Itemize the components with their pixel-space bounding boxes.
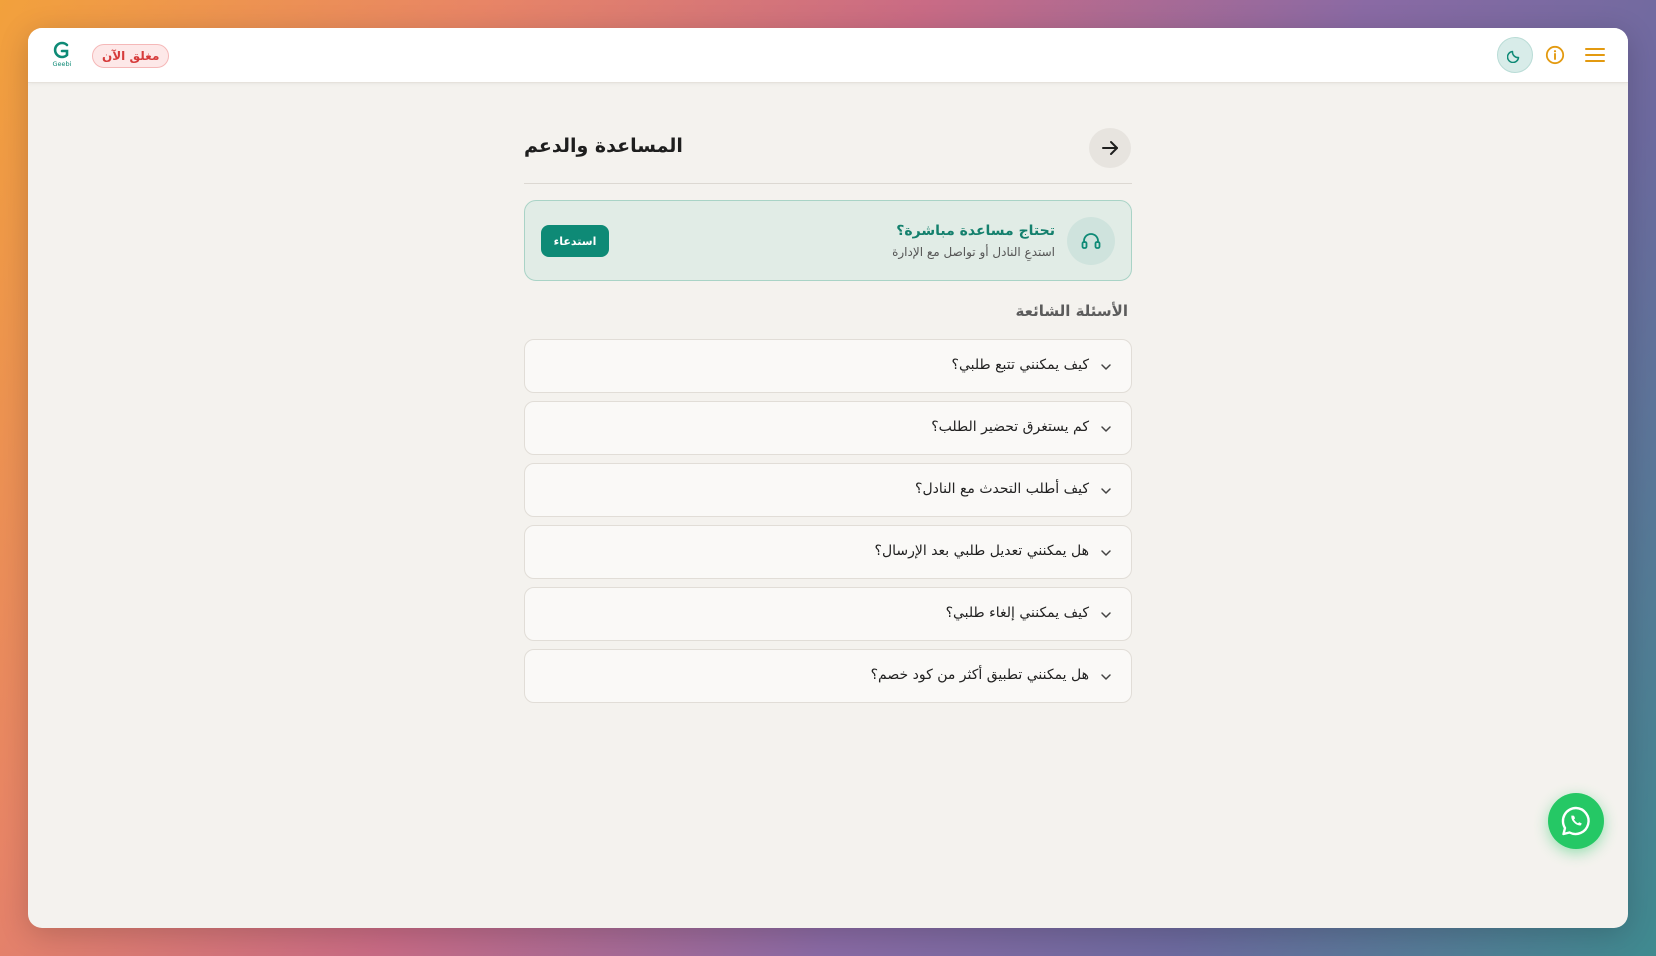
faq-item[interactable]: هل يمكنني تعديل طلبي بعد الإرسال؟ [524, 525, 1132, 579]
headset-icon-wrapper [1067, 217, 1115, 265]
faq-question: كيف أطلب التحدث مع النادل؟ [915, 481, 1089, 497]
faq-question: كيف يمكنني إلغاء طلبي؟ [945, 605, 1089, 621]
app-window: Geebi مغلق الآن المساعدة والدعم تحتاج مس… [28, 28, 1628, 928]
direct-help-card: تحتاج مساعدة مباشرة؟ استدعِ النادل أو تو… [524, 200, 1132, 281]
chevron-down-icon [1101, 674, 1111, 680]
faq-question: كم يستغرق تحضير الطلب؟ [931, 419, 1089, 435]
logo[interactable]: Geebi [50, 40, 74, 70]
whatsapp-icon [1561, 806, 1590, 836]
faq-item[interactable]: هل يمكنني تطبيق أكثر من كود خصم؟ [524, 649, 1132, 703]
faq-question: كيف يمكنني تتبع طلبي؟ [951, 357, 1089, 373]
logo-icon: Geebi [53, 41, 72, 68]
headset-icon [1081, 233, 1101, 249]
whatsapp-button[interactable] [1548, 793, 1604, 849]
top-bar: Geebi مغلق الآن [28, 28, 1628, 83]
faq-question: هل يمكنني تطبيق أكثر من كود خصم؟ [870, 667, 1089, 683]
faq-list: كيف يمكنني تتبع طلبي؟ كم يستغرق تحضير ال… [524, 339, 1132, 711]
status-badge: مغلق الآن [92, 44, 170, 68]
arrow-right-icon [1102, 141, 1118, 155]
divider [524, 183, 1132, 184]
help-card-title: تحتاج مساعدة مباشرة؟ [896, 223, 1055, 239]
moon-icon [1507, 50, 1520, 63]
logo-text: Geebi [53, 60, 72, 68]
theme-toggle-button[interactable] [1497, 37, 1533, 73]
menu-button[interactable] [1577, 37, 1613, 73]
menu-icon [1585, 48, 1605, 62]
faq-question: هل يمكنني تعديل طلبي بعد الإرسال؟ [874, 543, 1089, 559]
faq-item[interactable]: كيف يمكنني تتبع طلبي؟ [524, 339, 1132, 393]
faq-heading: الأسئلة الشائعة [1015, 302, 1129, 320]
faq-item[interactable]: كم يستغرق تحضير الطلب؟ [524, 401, 1132, 455]
info-button[interactable] [1537, 37, 1573, 73]
chevron-down-icon [1101, 426, 1111, 432]
help-card-subtitle: استدعِ النادل أو تواصل مع الإدارة [892, 245, 1055, 259]
faq-item[interactable]: كيف أطلب التحدث مع النادل؟ [524, 463, 1132, 517]
chevron-down-icon [1101, 364, 1111, 370]
call-waiter-button[interactable]: استدعاء [541, 225, 609, 257]
faq-item[interactable]: كيف يمكنني إلغاء طلبي؟ [524, 587, 1132, 641]
page-title: المساعدة والدعم [524, 135, 683, 157]
chevron-down-icon [1101, 612, 1111, 618]
chevron-down-icon [1101, 550, 1111, 556]
back-button[interactable] [1089, 128, 1131, 168]
chevron-down-icon [1101, 488, 1111, 494]
info-icon [1545, 45, 1565, 65]
